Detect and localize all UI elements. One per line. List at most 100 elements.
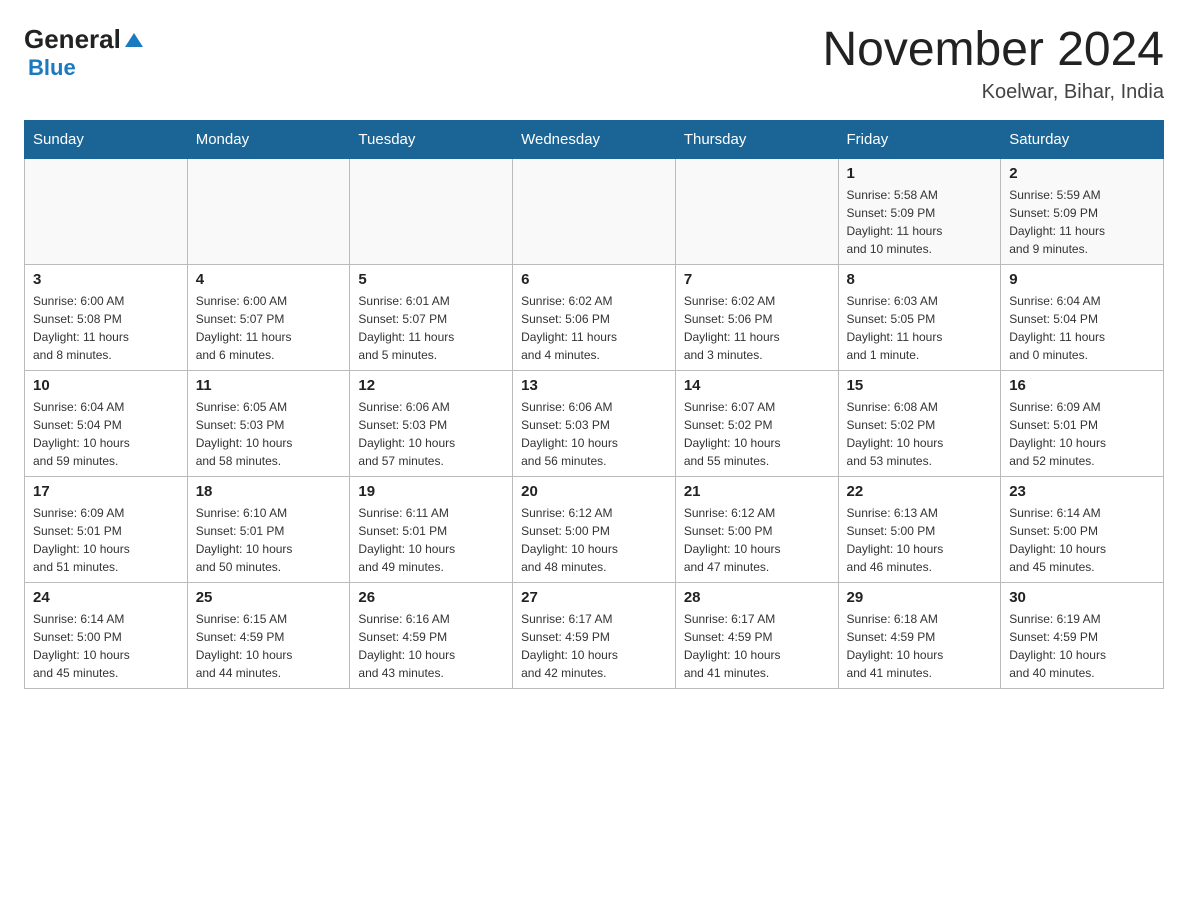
day-number: 1 [847,165,993,182]
calendar-week-row: 10 Sunrise: 6:04 AM Sunset: 5:04 PM Dayli… [25,370,1164,476]
calendar-header: SundayMondayTuesdayWednesdayThursdayFrid… [25,120,1164,158]
day-info: Sunrise: 6:00 AM Sunset: 5:07 PM Dayligh… [196,292,342,364]
calendar-day-cell: 22Sunrise: 6:13 AM Sunset: 5:00 PM Dayli… [838,476,1001,582]
calendar-day-cell [187,158,350,264]
calendar-day-cell: 3 Sunrise: 6:00 AM Sunset: 5:08 PM Daylig… [25,264,188,370]
logo-general-text: General [24,24,121,55]
day-info: Sunrise: 6:14 AM Sunset: 5:00 PM Dayligh… [1009,504,1155,576]
day-info: Sunrise: 6:08 AM Sunset: 5:02 PM Dayligh… [847,398,993,470]
month-title: November 2024 [822,24,1164,77]
title-area: November 2024 Koelwar, Bihar, India [822,24,1164,104]
day-number: 22 [847,483,993,500]
weekday-header: Thursday [675,120,838,158]
calendar-table: SundayMondayTuesdayWednesdayThursdayFrid… [24,120,1164,689]
calendar-day-cell: 11 Sunrise: 6:05 AM Sunset: 5:03 PM Dayli… [187,370,350,476]
day-number: 16 [1009,377,1155,394]
calendar-day-cell [350,158,513,264]
logo-blue-text: Blue [28,55,76,81]
calendar-day-cell: 4 Sunrise: 6:00 AM Sunset: 5:07 PM Daylig… [187,264,350,370]
calendar-day-cell: 7 Sunrise: 6:02 AM Sunset: 5:06 PM Daylig… [675,264,838,370]
day-info: Sunrise: 6:12 AM Sunset: 5:00 PM Dayligh… [684,504,830,576]
calendar-day-cell: 29 Sunrise: 6:18 AM Sunset: 4:59 PM Dayli… [838,582,1001,688]
day-number: 12 [358,377,504,394]
weekday-header: Sunday [25,120,188,158]
day-number: 26 [358,589,504,606]
day-info: Sunrise: 6:19 AM Sunset: 4:59 PM Dayligh… [1009,610,1155,682]
page-header: General Blue November 2024 Koelwar, Biha… [24,24,1164,104]
day-number: 6 [521,271,667,288]
day-number: 14 [684,377,830,394]
day-info: Sunrise: 6:01 AM Sunset: 5:07 PM Dayligh… [358,292,504,364]
day-info: Sunrise: 6:16 AM Sunset: 4:59 PM Dayligh… [358,610,504,682]
day-info: Sunrise: 6:05 AM Sunset: 5:03 PM Dayligh… [196,398,342,470]
calendar-day-cell [25,158,188,264]
day-info: Sunrise: 6:09 AM Sunset: 5:01 PM Dayligh… [33,504,179,576]
day-number: 27 [521,589,667,606]
day-number: 15 [847,377,993,394]
calendar-day-cell: 12 Sunrise: 6:06 AM Sunset: 5:03 PM Dayli… [350,370,513,476]
calendar-day-cell: 23Sunrise: 6:14 AM Sunset: 5:00 PM Dayli… [1001,476,1164,582]
day-number: 5 [358,271,504,288]
calendar-body: 1 Sunrise: 5:58 AM Sunset: 5:09 PM Daylig… [25,158,1164,688]
weekday-header: Wednesday [513,120,676,158]
weekday-row: SundayMondayTuesdayWednesdayThursdayFrid… [25,120,1164,158]
day-info: Sunrise: 6:17 AM Sunset: 4:59 PM Dayligh… [521,610,667,682]
day-number: 7 [684,271,830,288]
day-info: Sunrise: 5:59 AM Sunset: 5:09 PM Dayligh… [1009,186,1155,258]
day-number: 10 [33,377,179,394]
calendar-day-cell: 28 Sunrise: 6:17 AM Sunset: 4:59 PM Dayli… [675,582,838,688]
day-info: Sunrise: 6:03 AM Sunset: 5:05 PM Dayligh… [847,292,993,364]
calendar-day-cell: 9 Sunrise: 6:04 AM Sunset: 5:04 PM Daylig… [1001,264,1164,370]
calendar-day-cell: 17Sunrise: 6:09 AM Sunset: 5:01 PM Dayli… [25,476,188,582]
day-info: Sunrise: 6:06 AM Sunset: 5:03 PM Dayligh… [358,398,504,470]
logo: General Blue [24,24,145,81]
day-info: Sunrise: 6:00 AM Sunset: 5:08 PM Dayligh… [33,292,179,364]
calendar-week-row: 3 Sunrise: 6:00 AM Sunset: 5:08 PM Daylig… [25,264,1164,370]
day-number: 25 [196,589,342,606]
day-number: 18 [196,483,342,500]
calendar-day-cell: 13Sunrise: 6:06 AM Sunset: 5:03 PM Dayli… [513,370,676,476]
day-number: 9 [1009,271,1155,288]
weekday-header: Friday [838,120,1001,158]
day-info: Sunrise: 6:12 AM Sunset: 5:00 PM Dayligh… [521,504,667,576]
calendar-day-cell: 20 Sunrise: 6:12 AM Sunset: 5:00 PM Dayli… [513,476,676,582]
calendar-day-cell: 16 Sunrise: 6:09 AM Sunset: 5:01 PM Dayli… [1001,370,1164,476]
weekday-header: Monday [187,120,350,158]
weekday-header: Tuesday [350,120,513,158]
day-info: Sunrise: 6:09 AM Sunset: 5:01 PM Dayligh… [1009,398,1155,470]
calendar-day-cell: 8Sunrise: 6:03 AM Sunset: 5:05 PM Daylig… [838,264,1001,370]
calendar-day-cell: 6 Sunrise: 6:02 AM Sunset: 5:06 PM Daylig… [513,264,676,370]
day-number: 2 [1009,165,1155,182]
calendar-day-cell: 21 Sunrise: 6:12 AM Sunset: 5:00 PM Dayli… [675,476,838,582]
day-info: Sunrise: 6:15 AM Sunset: 4:59 PM Dayligh… [196,610,342,682]
day-number: 4 [196,271,342,288]
day-info: Sunrise: 6:04 AM Sunset: 5:04 PM Dayligh… [33,398,179,470]
day-number: 29 [847,589,993,606]
calendar-day-cell: 30Sunrise: 6:19 AM Sunset: 4:59 PM Dayli… [1001,582,1164,688]
day-number: 20 [521,483,667,500]
day-info: Sunrise: 6:14 AM Sunset: 5:00 PM Dayligh… [33,610,179,682]
day-info: Sunrise: 6:18 AM Sunset: 4:59 PM Dayligh… [847,610,993,682]
calendar-day-cell [513,158,676,264]
calendar-day-cell: 24Sunrise: 6:14 AM Sunset: 5:00 PM Dayli… [25,582,188,688]
day-info: Sunrise: 5:58 AM Sunset: 5:09 PM Dayligh… [847,186,993,258]
calendar-day-cell: 26 Sunrise: 6:16 AM Sunset: 4:59 PM Dayli… [350,582,513,688]
calendar-day-cell: 25 Sunrise: 6:15 AM Sunset: 4:59 PM Dayli… [187,582,350,688]
weekday-header: Saturday [1001,120,1164,158]
day-number: 28 [684,589,830,606]
logo-triangle-icon [123,29,145,51]
day-info: Sunrise: 6:04 AM Sunset: 5:04 PM Dayligh… [1009,292,1155,364]
day-number: 3 [33,271,179,288]
day-number: 21 [684,483,830,500]
calendar-day-cell: 1 Sunrise: 5:58 AM Sunset: 5:09 PM Daylig… [838,158,1001,264]
day-number: 11 [196,377,342,394]
calendar-day-cell: 14Sunrise: 6:07 AM Sunset: 5:02 PM Dayli… [675,370,838,476]
day-info: Sunrise: 6:10 AM Sunset: 5:01 PM Dayligh… [196,504,342,576]
day-info: Sunrise: 6:17 AM Sunset: 4:59 PM Dayligh… [684,610,830,682]
calendar-week-row: 17Sunrise: 6:09 AM Sunset: 5:01 PM Dayli… [25,476,1164,582]
day-info: Sunrise: 6:02 AM Sunset: 5:06 PM Dayligh… [684,292,830,364]
calendar-day-cell: 5 Sunrise: 6:01 AM Sunset: 5:07 PM Daylig… [350,264,513,370]
calendar-day-cell: 10 Sunrise: 6:04 AM Sunset: 5:04 PM Dayli… [25,370,188,476]
day-info: Sunrise: 6:02 AM Sunset: 5:06 PM Dayligh… [521,292,667,364]
calendar-week-row: 24Sunrise: 6:14 AM Sunset: 5:00 PM Dayli… [25,582,1164,688]
